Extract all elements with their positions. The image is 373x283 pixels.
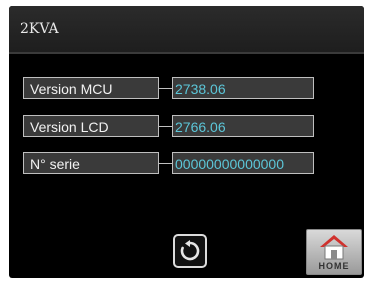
serial-number-value: 00000000000000 [172,152,314,174]
page-title: 2KVA [20,21,59,37]
version-mcu-value: 2738.06 [172,77,314,99]
row-connector [159,163,172,164]
title-bar: 2KVA [9,6,364,54]
serial-number-label: N° serie [23,152,159,174]
home-icon [320,235,348,260]
version-mcu-label: Version MCU [23,77,159,99]
device-screen: 2KVA Version MCU 2738.06 Version LCD 276… [9,6,364,278]
version-lcd-value: 2766.06 [172,115,314,137]
version-lcd-label: Version LCD [23,115,159,137]
row-connector [159,88,172,89]
row-connector [159,126,172,127]
home-label: HOME [318,261,350,271]
refresh-icon [180,240,200,261]
refresh-button[interactable] [173,234,207,268]
home-button[interactable]: HOME [306,229,362,275]
